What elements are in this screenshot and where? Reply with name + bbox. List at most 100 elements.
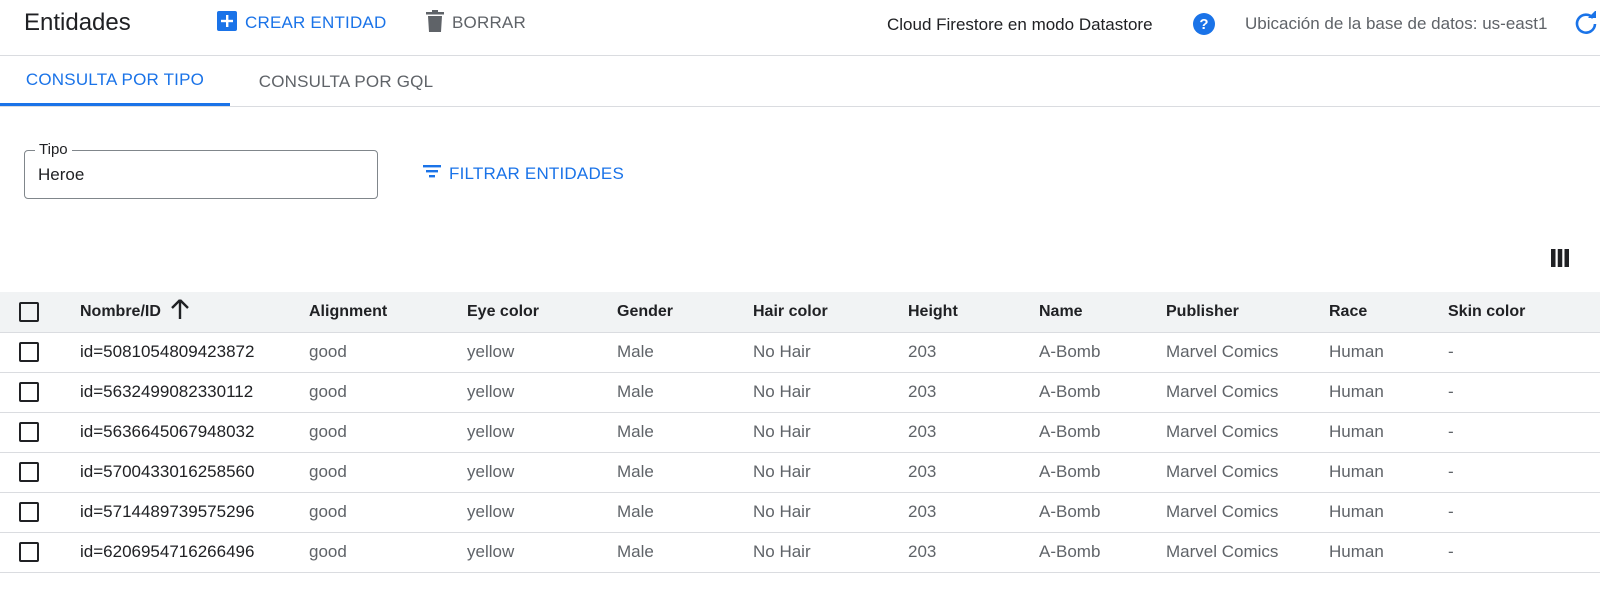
cell-name: A-Bomb — [1039, 412, 1166, 453]
entity-id-link[interactable]: id=5700433016258560 — [80, 452, 309, 493]
cell-gender: Male — [617, 492, 753, 533]
table-row[interactable]: id=5636645067948032 good yellow Male No … — [0, 412, 1600, 453]
trash-icon — [426, 9, 444, 37]
add-box-icon — [217, 10, 237, 36]
table-header-row: Nombre/ID Alignment Eye color Gender Hai… — [0, 292, 1600, 333]
column-header-skin-color[interactable]: Skin color — [1448, 292, 1600, 333]
column-header-race[interactable]: Race — [1329, 292, 1448, 333]
cell-skin-color: - — [1448, 492, 1600, 533]
cell-eye-color: yellow — [467, 492, 617, 533]
database-location-text: Ubicación de la base de datos: us-east1 — [1245, 14, 1548, 33]
column-header-publisher[interactable]: Publisher — [1166, 292, 1329, 333]
select-all-cell — [0, 292, 80, 333]
cell-skin-color: - — [1448, 452, 1600, 493]
entity-id-link[interactable]: id=5632499082330112 — [80, 372, 309, 413]
cell-gender: Male — [617, 412, 753, 453]
row-checkbox[interactable] — [19, 422, 39, 443]
cell-hair-color: No Hair — [753, 452, 908, 493]
cell-skin-color: - — [1448, 372, 1600, 413]
cell-race: Human — [1329, 412, 1448, 453]
cell-skin-color: - — [1448, 412, 1600, 453]
cell-alignment: good — [309, 532, 467, 573]
entity-id-link[interactable]: id=5081054809423872 — [80, 332, 309, 373]
refresh-icon[interactable] — [1575, 10, 1597, 40]
cell-publisher: Marvel Comics — [1166, 492, 1329, 533]
cell-alignment: good — [309, 372, 467, 413]
row-select-cell — [0, 412, 80, 453]
cell-publisher: Marvel Comics — [1166, 452, 1329, 493]
row-checkbox[interactable] — [19, 342, 39, 363]
column-header-gender[interactable]: Gender — [617, 292, 753, 333]
cell-eye-color: yellow — [467, 372, 617, 413]
kind-field-label: Tipo — [35, 141, 72, 158]
column-header-alignment[interactable]: Alignment — [309, 292, 467, 333]
delete-button[interactable]: BORRAR — [426, 9, 526, 37]
cell-alignment: good — [309, 492, 467, 533]
filter-entities-button[interactable]: FILTRAR ENTIDADES — [423, 163, 624, 184]
cell-height: 203 — [908, 452, 1039, 493]
help-icon[interactable]: ? — [1193, 13, 1215, 40]
entity-id-link[interactable]: id=5636645067948032 — [80, 412, 309, 453]
cell-height: 203 — [908, 532, 1039, 573]
row-select-cell — [0, 332, 80, 373]
table-row[interactable]: id=5632499082330112 good yellow Male No … — [0, 372, 1600, 413]
tab-query-by-gql[interactable]: CONSULTA POR GQL — [240, 57, 452, 106]
cell-publisher: Marvel Comics — [1166, 332, 1329, 373]
column-header-name[interactable]: Name — [1039, 292, 1166, 333]
column-header-hair-color[interactable]: Hair color — [753, 292, 908, 333]
svg-text:?: ? — [1199, 16, 1208, 33]
table-row[interactable]: id=6206954716266496 good yellow Male No … — [0, 532, 1600, 573]
select-all-checkbox[interactable] — [19, 301, 39, 322]
filter-entities-label: FILTRAR ENTIDADES — [449, 163, 624, 183]
column-header-height[interactable]: Height — [908, 292, 1039, 333]
cell-hair-color: No Hair — [753, 372, 908, 413]
row-checkbox[interactable] — [19, 502, 39, 523]
cell-publisher: Marvel Comics — [1166, 372, 1329, 413]
column-header-name-id[interactable]: Nombre/ID — [80, 292, 309, 333]
cell-race: Human — [1329, 452, 1448, 493]
row-select-cell — [0, 532, 80, 573]
table-row[interactable]: id=5700433016258560 good yellow Male No … — [0, 452, 1600, 493]
table-row[interactable]: id=5081054809423872 good yellow Male No … — [0, 332, 1600, 373]
kind-select[interactable]: Tipo Heroe — [24, 141, 378, 199]
cell-hair-color: No Hair — [753, 332, 908, 373]
cell-race: Human — [1329, 332, 1448, 373]
cell-height: 203 — [908, 412, 1039, 453]
entity-id-link[interactable]: id=6206954716266496 — [80, 532, 309, 573]
cell-name: A-Bomb — [1039, 532, 1166, 573]
cell-name: A-Bomb — [1039, 372, 1166, 413]
cell-gender: Male — [617, 532, 753, 573]
cell-eye-color: yellow — [467, 332, 617, 373]
cell-race: Human — [1329, 492, 1448, 533]
cell-skin-color: - — [1448, 532, 1600, 573]
row-checkbox[interactable] — [19, 382, 39, 403]
row-select-cell — [0, 452, 80, 493]
cell-height: 203 — [908, 372, 1039, 413]
entities-table: Nombre/ID Alignment Eye color Gender Hai… — [0, 292, 1600, 573]
cell-race: Human — [1329, 532, 1448, 573]
cell-race: Human — [1329, 372, 1448, 413]
cell-publisher: Marvel Comics — [1166, 532, 1329, 573]
column-header-eye-color[interactable]: Eye color — [467, 292, 617, 333]
cell-gender: Male — [617, 452, 753, 493]
cell-hair-color: No Hair — [753, 492, 908, 533]
page-title: Entidades — [24, 9, 131, 36]
entity-id-link[interactable]: id=5714489739575296 — [80, 492, 309, 533]
delete-label: BORRAR — [452, 13, 526, 32]
row-select-cell — [0, 372, 80, 413]
query-tabs: CONSULTA POR TIPO CONSULTA POR GQL — [0, 57, 1600, 107]
column-header-label: Nombre/ID — [80, 302, 161, 320]
row-select-cell — [0, 492, 80, 533]
tab-query-by-kind[interactable]: CONSULTA POR TIPO — [0, 57, 230, 106]
cell-alignment: good — [309, 332, 467, 373]
cell-name: A-Bomb — [1039, 452, 1166, 493]
cell-eye-color: yellow — [467, 412, 617, 453]
create-entity-button[interactable]: CREAR ENTIDAD — [217, 10, 386, 36]
arrow-up-icon — [171, 299, 189, 324]
table-row[interactable]: id=5714489739575296 good yellow Male No … — [0, 492, 1600, 533]
row-checkbox[interactable] — [19, 462, 39, 483]
row-checkbox[interactable] — [19, 542, 39, 563]
cell-height: 203 — [908, 492, 1039, 533]
columns-icon[interactable] — [1551, 249, 1569, 272]
create-entity-label: CREAR ENTIDAD — [245, 13, 387, 32]
